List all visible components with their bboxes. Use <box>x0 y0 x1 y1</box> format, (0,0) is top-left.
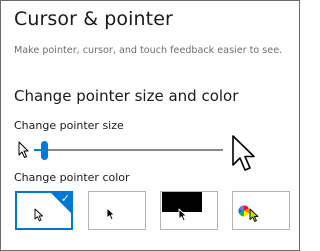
white-pointer-icon <box>34 207 44 226</box>
page-subtitle: Make pointer, cursor, and touch feedback… <box>14 45 283 56</box>
checkmark-icon: ✓ <box>60 192 70 205</box>
pointer-color-label: Change pointer color <box>14 171 130 184</box>
settings-panel: Cursor & pointer Make pointer, cursor, a… <box>0 0 300 251</box>
slider-track <box>34 149 223 151</box>
custom-color-pointer-icon <box>249 208 260 227</box>
pointer-color-option-inverted[interactable] <box>160 191 218 230</box>
pointer-color-option-custom[interactable] <box>232 191 290 230</box>
slider-thumb[interactable] <box>40 141 48 160</box>
black-pointer-icon <box>106 206 116 225</box>
pointer-color-option-black[interactable] <box>88 191 146 230</box>
small-pointer-icon <box>18 141 30 163</box>
inverted-pointer-icon <box>178 207 188 226</box>
section-title: Change pointer size and color <box>14 87 239 105</box>
page-title: Cursor & pointer <box>14 8 173 30</box>
large-pointer-icon <box>231 134 257 178</box>
pointer-size-label: Change pointer size <box>14 119 124 132</box>
pointer-size-slider[interactable] <box>34 139 224 163</box>
pointer-color-option-white[interactable]: ✓ <box>15 191 73 230</box>
